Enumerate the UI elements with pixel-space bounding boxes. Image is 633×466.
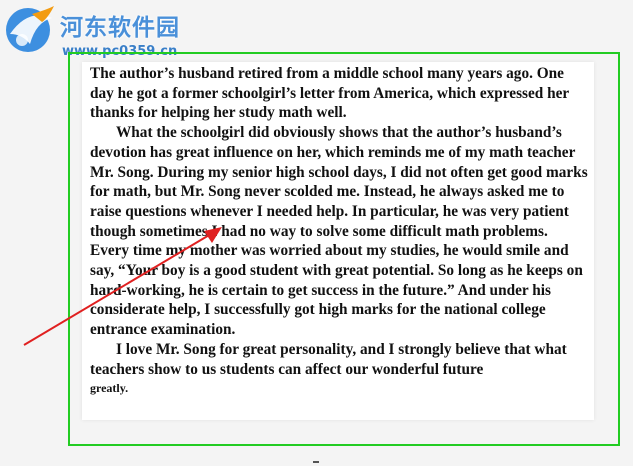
brand-title: 河东软件园 (60, 15, 180, 41)
document-text: The author’s husband retired from a midd… (90, 64, 590, 399)
paragraph-1: The author’s husband retired from a midd… (90, 65, 569, 122)
paragraph-3: I love Mr. Song for great personality, a… (90, 340, 567, 378)
document-panel: The author’s husband retired from a midd… (82, 62, 594, 420)
paragraph-2: What the schoolgirl did obviously shows … (90, 124, 588, 339)
paragraph-last-word: greatly. (90, 381, 129, 396)
watermark-logo: 河东软件园 www.pc0359.cn (0, 0, 210, 60)
scroll-marker (313, 461, 319, 463)
logo-icon (6, 6, 54, 52)
